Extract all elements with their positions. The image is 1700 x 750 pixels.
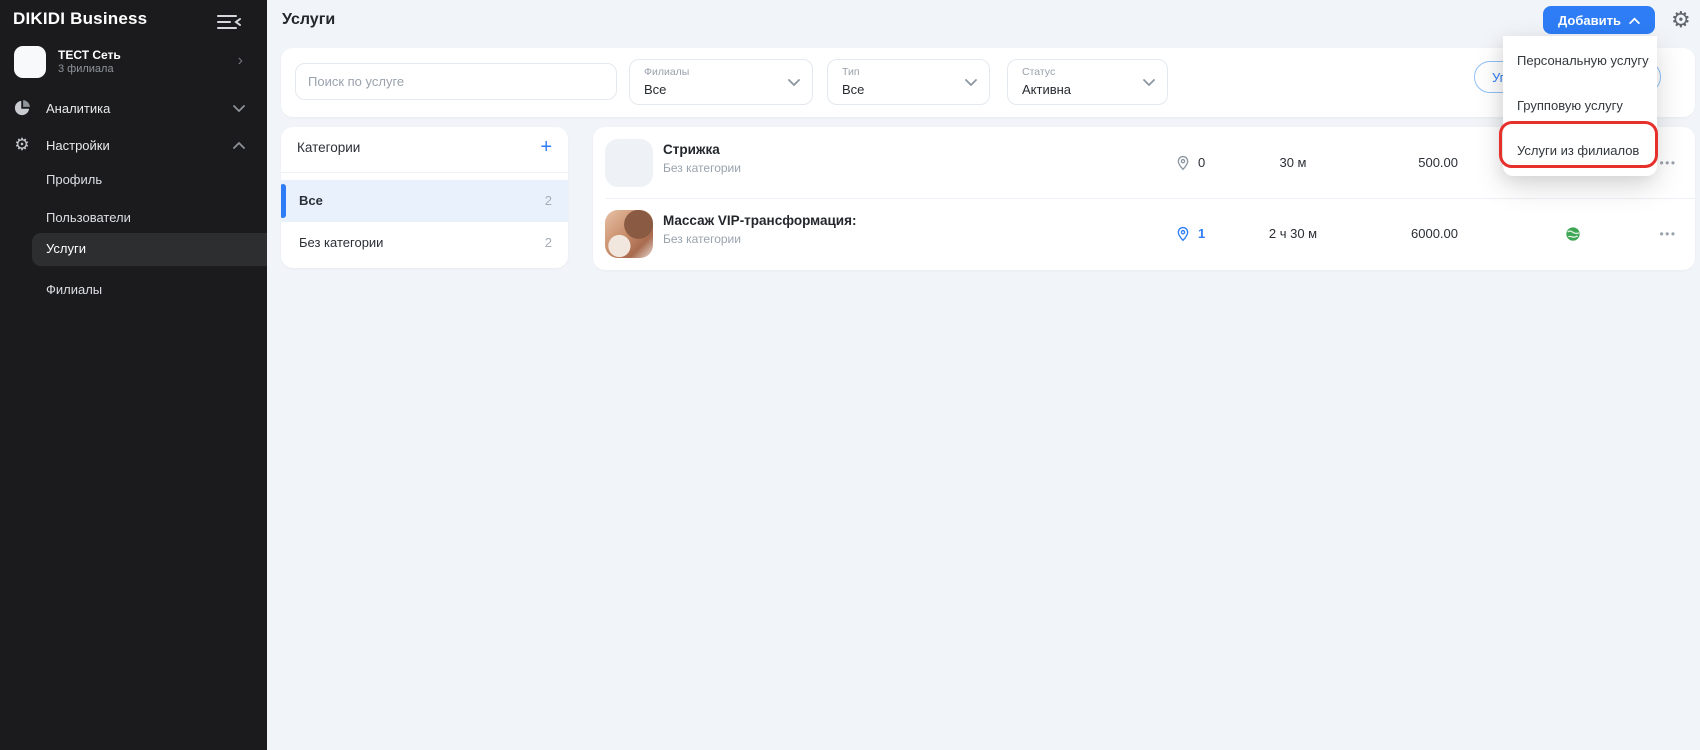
gear-icon: ⚙ — [13, 136, 31, 154]
chevron-down-icon — [965, 78, 977, 86]
select-value: Все — [644, 82, 666, 97]
select-value: Активна — [1022, 82, 1071, 97]
app-root: DIKIDI Business ТЕСТ Сеть 3 филиала › Ан… — [0, 0, 1700, 750]
company-name: ТЕСТ Сеть — [58, 48, 121, 62]
sidebar-item-label: Услуги — [46, 241, 86, 256]
categories-title: Категории — [297, 140, 360, 155]
select-label: Статус — [1022, 66, 1055, 78]
service-branches: 1 — [1175, 198, 1205, 269]
service-category: Без категории — [663, 161, 741, 175]
sidebar-collapse-icon[interactable] — [216, 12, 244, 32]
type-filter-select[interactable]: Тип Все — [827, 59, 990, 105]
service-category: Без категории — [663, 232, 741, 246]
chevron-up-icon — [1629, 17, 1640, 24]
branches-filter-select[interactable]: Филиалы Все — [629, 59, 813, 105]
select-label: Филиалы — [644, 66, 689, 78]
online-booking-globe-icon — [1558, 198, 1588, 269]
service-duration: 30 м — [1233, 127, 1353, 198]
chevron-right-icon: › — [238, 50, 243, 72]
category-count: 2 — [545, 235, 552, 250]
service-duration: 2 ч 30 м — [1233, 198, 1353, 269]
sidebar-item-profile[interactable]: Профиль — [0, 166, 267, 196]
company-subtitle: 3 филиала — [58, 63, 114, 75]
categories-panel: Категории + Все 2 Без категории 2 — [281, 127, 568, 268]
add-category-icon[interactable]: + — [540, 135, 552, 159]
service-name: Стрижка — [663, 142, 720, 157]
add-button-label: Добавить — [1558, 13, 1621, 28]
sidebar-item-label: Профиль — [46, 172, 102, 187]
chevron-down-icon — [788, 78, 800, 86]
pie-chart-icon — [13, 99, 31, 117]
menu-item-personal-service[interactable]: Персональную услугу — [1503, 38, 1657, 83]
chevron-up-icon — [233, 141, 245, 149]
active-indicator — [281, 184, 286, 218]
row-menu-icon[interactable]: ••• — [1648, 198, 1688, 269]
category-item-uncategorized[interactable]: Без категории 2 — [281, 222, 568, 264]
service-branches: 0 — [1175, 127, 1205, 198]
service-thumbnail-placeholder — [605, 139, 653, 187]
menu-item-branch-services[interactable]: Услуги из филиалов — [1503, 128, 1657, 173]
settings-gear-icon[interactable]: ⚙ — [1671, 5, 1691, 35]
divider — [281, 172, 568, 173]
select-label: Тип — [842, 66, 860, 78]
sidebar-item-settings[interactable]: ⚙ Настройки — [0, 132, 267, 162]
sidebar-item-label: Настройки — [46, 138, 110, 153]
service-row[interactable]: Массаж VIP-трансформация: Без категории … — [593, 198, 1695, 270]
sidebar: DIKIDI Business ТЕСТ Сеть 3 филиала › Ан… — [0, 0, 267, 750]
company-avatar — [14, 46, 46, 78]
add-dropdown-menu: Персональную услугу Групповую услугу Усл… — [1503, 36, 1657, 176]
menu-item-group-service[interactable]: Групповую услугу — [1503, 83, 1657, 128]
category-label: Все — [299, 193, 323, 208]
service-name: Массаж VIP-трансформация: — [663, 213, 856, 228]
chevron-down-icon — [233, 104, 245, 112]
sidebar-item-users[interactable]: Пользователи — [0, 204, 267, 234]
service-photo — [605, 210, 653, 258]
sidebar-item-label: Аналитика — [46, 101, 110, 116]
brand-logo: DIKIDI Business — [13, 9, 147, 29]
category-count: 2 — [545, 193, 552, 208]
sidebar-item-branches[interactable]: Филиалы — [0, 276, 267, 306]
sidebar-item-label: Филиалы — [46, 282, 102, 297]
select-value: Все — [842, 82, 864, 97]
status-filter-select[interactable]: Статус Активна — [1007, 59, 1168, 105]
category-item-all[interactable]: Все 2 — [281, 180, 568, 222]
page-title: Услуги — [282, 11, 335, 29]
branch-count: 1 — [1198, 226, 1205, 241]
sidebar-item-services[interactable]: Услуги — [32, 233, 267, 266]
service-price: 500.00 — [1373, 127, 1458, 198]
add-button[interactable]: Добавить — [1543, 6, 1655, 34]
company-switcher[interactable]: ТЕСТ Сеть 3 филиала › — [0, 40, 267, 86]
sidebar-item-analytics[interactable]: Аналитика — [0, 95, 267, 125]
service-price: 6000.00 — [1373, 198, 1458, 269]
chevron-down-icon — [1143, 78, 1155, 86]
map-pin-icon — [1175, 155, 1191, 171]
branch-count: 0 — [1198, 155, 1205, 170]
search-input[interactable] — [295, 63, 617, 100]
sidebar-item-label: Пользователи — [46, 210, 131, 225]
map-pin-icon — [1175, 226, 1191, 242]
category-label: Без категории — [299, 235, 383, 250]
